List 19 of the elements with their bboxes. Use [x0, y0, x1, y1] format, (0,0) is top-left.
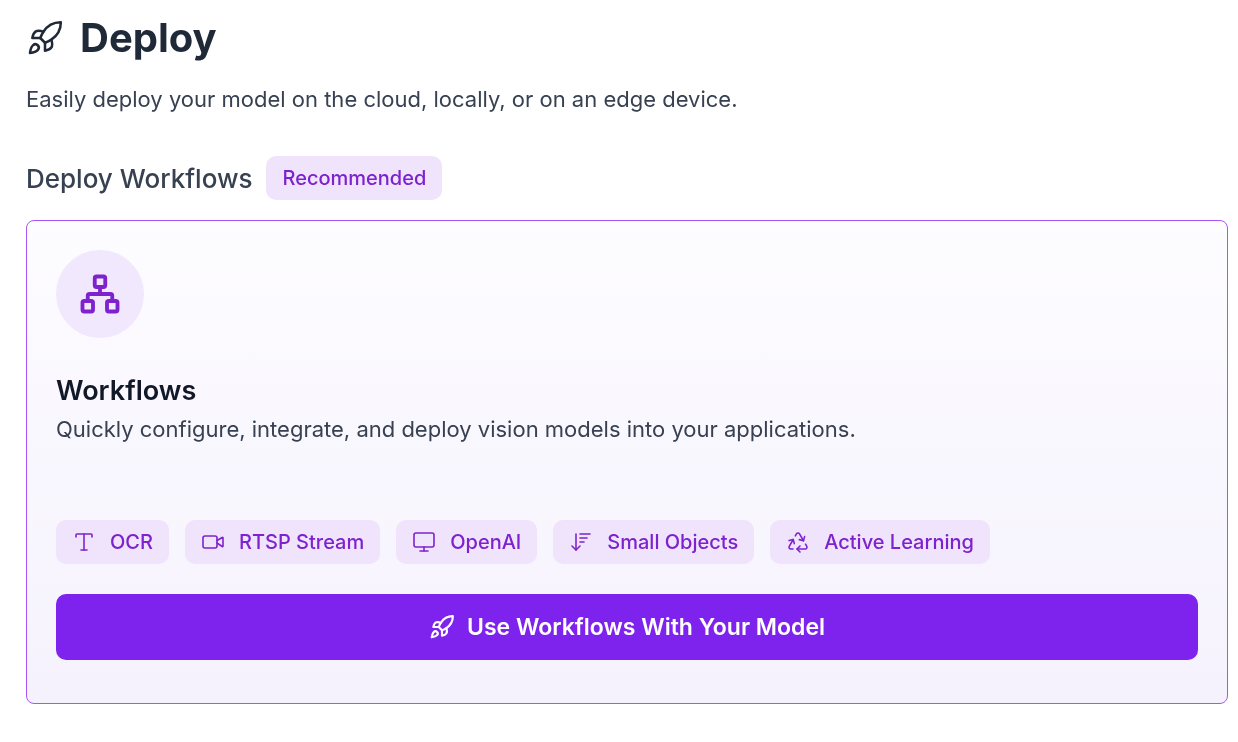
- tag-label: Active Learning: [824, 529, 974, 556]
- tag-label: OCR: [110, 529, 153, 556]
- section-title: Deploy Workflows: [26, 161, 253, 196]
- rocket-icon: [428, 614, 455, 640]
- sort-icon: [569, 530, 594, 554]
- recycle-icon: [786, 530, 811, 554]
- tag-label: Small Objects: [607, 529, 739, 556]
- page-subtitle: Easily deploy your model on the cloud, locally, or on an edge device.: [26, 85, 739, 114]
- hierarchy-icon: [79, 273, 121, 315]
- text-icon: [72, 530, 96, 554]
- recommended-badge: Recommended: [266, 156, 443, 200]
- card-description: Quickly configure, integrate, and deploy vision models into your applications.: [56, 415, 857, 444]
- tag-label: RTSP Stream: [238, 529, 365, 556]
- monitor-icon: [412, 530, 437, 554]
- tag-label: OpenAI: [450, 529, 522, 556]
- page-title: Deploy: [80, 14, 217, 62]
- rocket-icon: [26, 19, 64, 57]
- use-workflows-button[interactable]: Use Workflows With Your Model: [56, 594, 1198, 660]
- card-title: Workflows: [56, 374, 198, 408]
